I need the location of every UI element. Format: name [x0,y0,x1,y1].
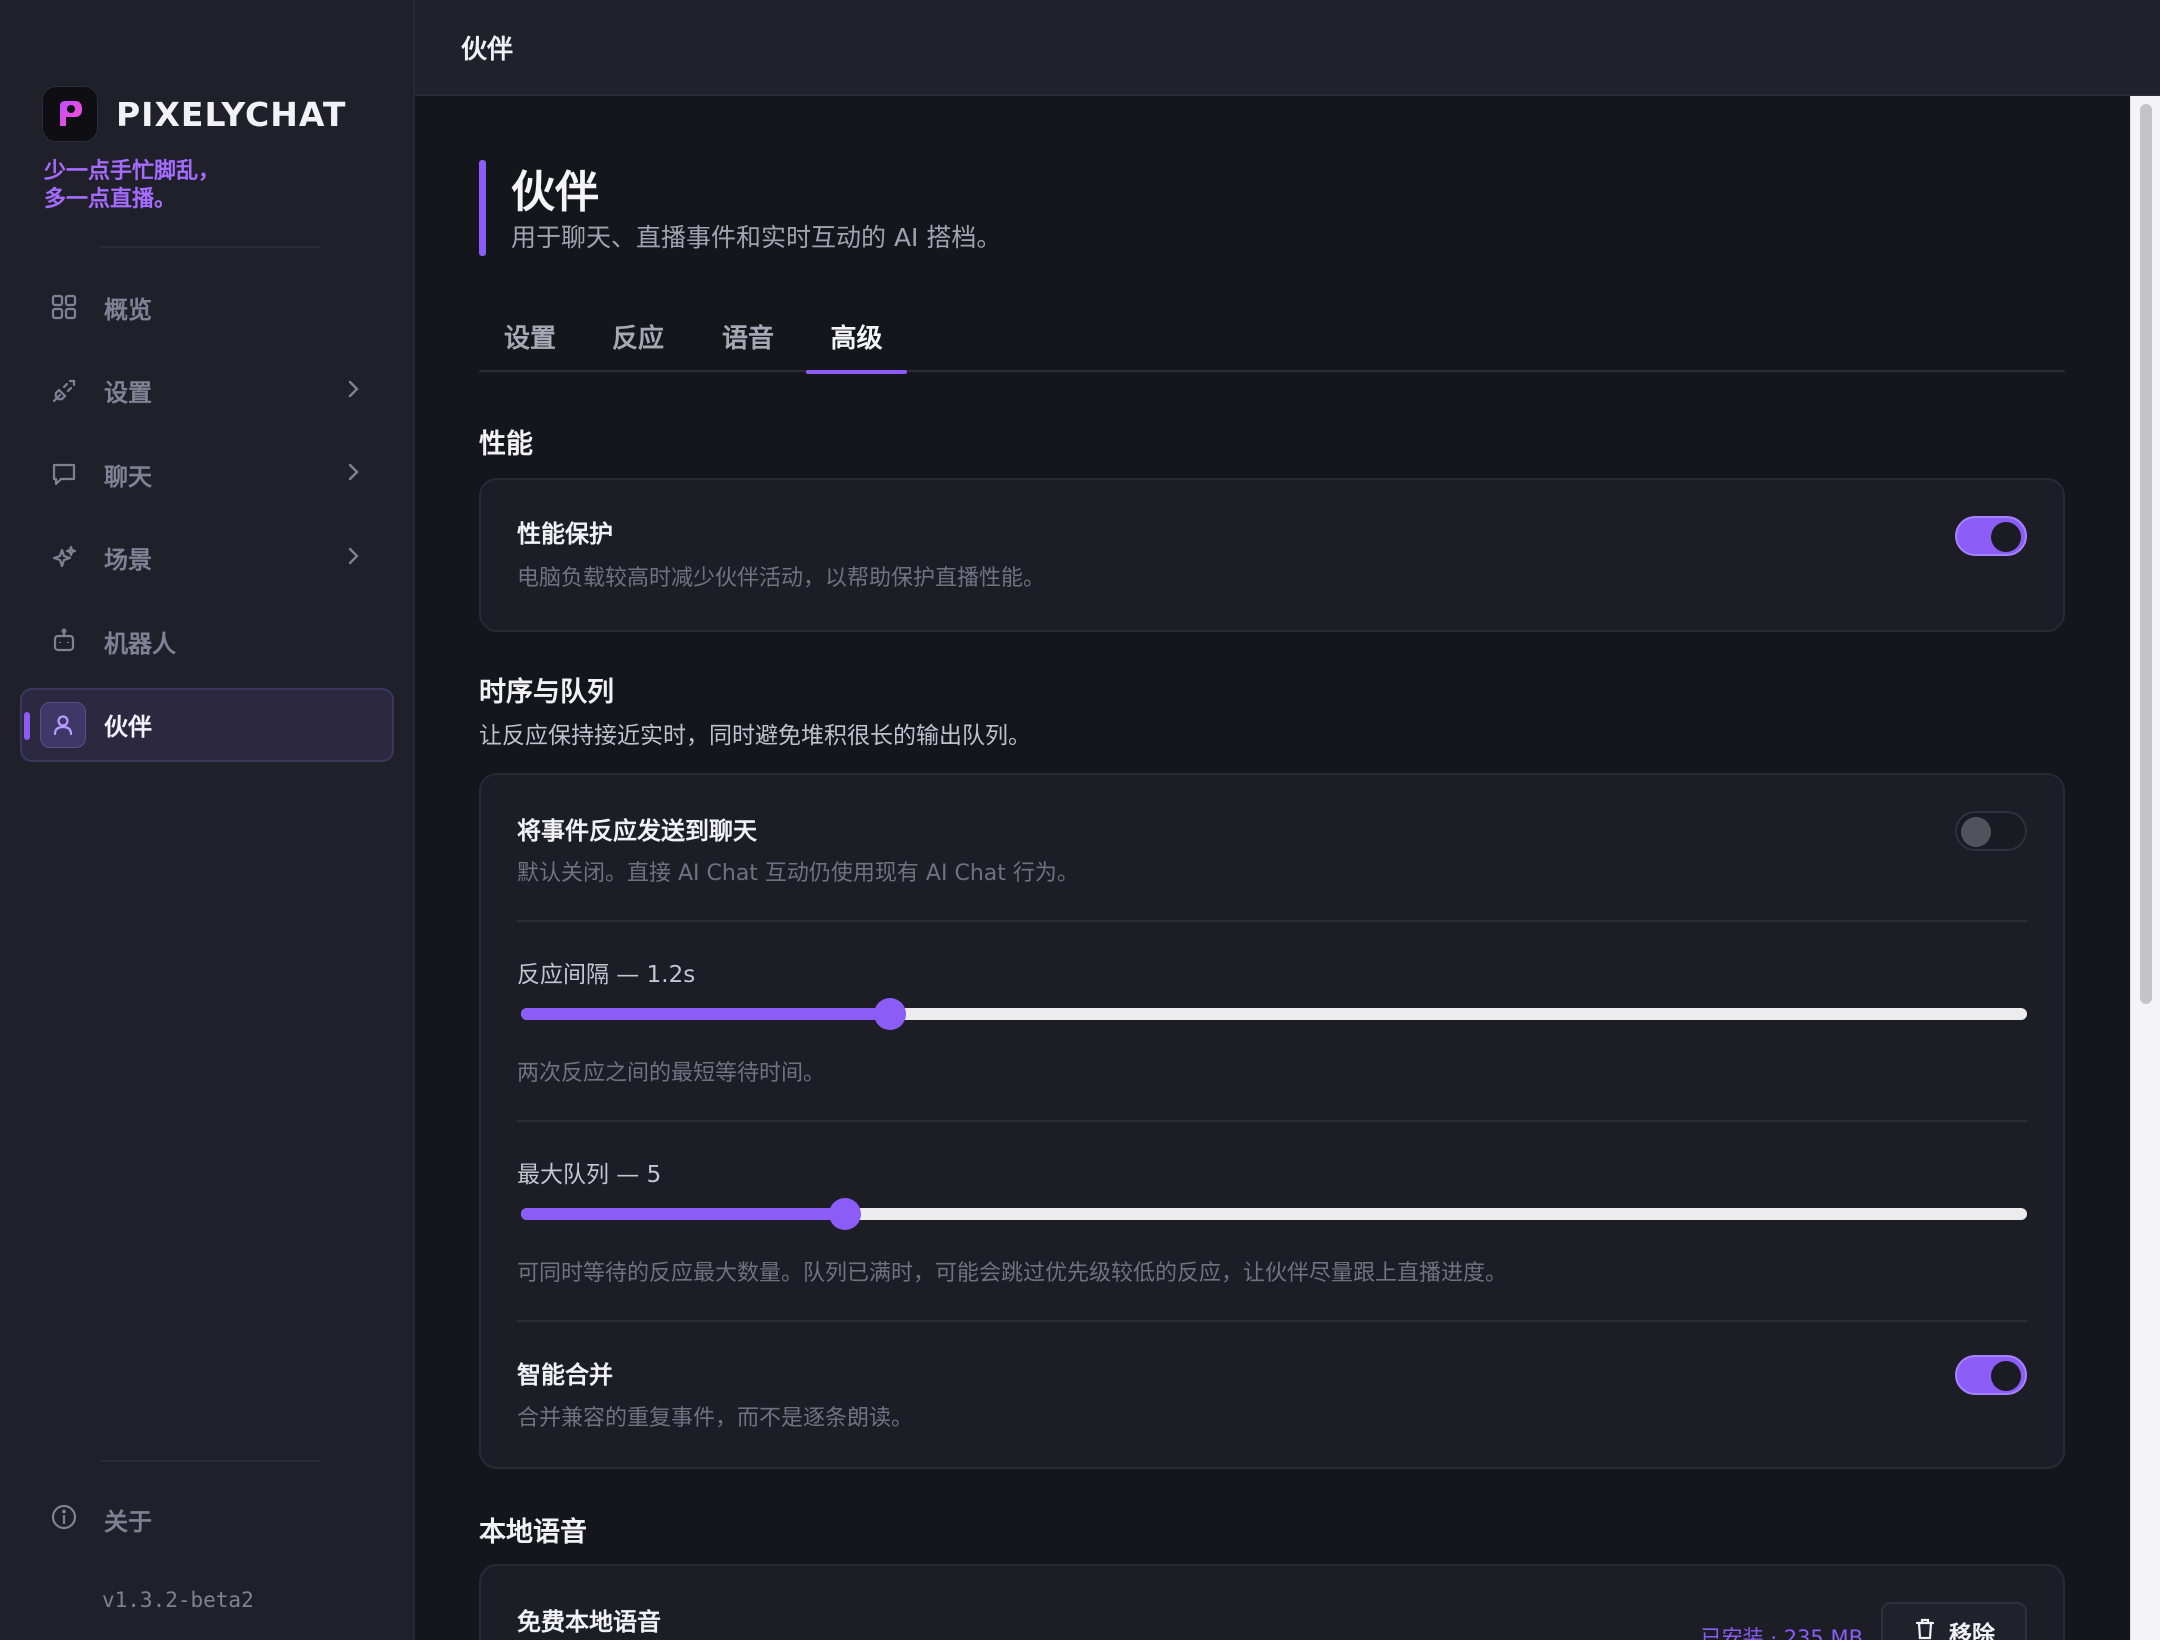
topbar: 伙伴 [415,0,2160,96]
remove-label: 移除 [1949,1622,1995,1640]
remove-voice-button[interactable]: 移除 [1881,1602,2027,1640]
slider-fill [521,1208,845,1220]
smart-merge-title: 智能合并 [517,1361,613,1389]
app-logo [42,86,98,142]
sidebar-divider [100,246,320,248]
grid-icon [50,293,78,321]
slider-thumb[interactable] [873,998,906,1030]
row-divider [517,1120,2027,1122]
chat-bubble-icon [50,460,78,488]
performance-protection-desc: 电脑负载较高时减少伙伴活动，以帮助保护直播性能。 [517,566,1046,591]
main-panel: 伙伴 伙伴 用于聊天、直播事件和实时互动的 AI 搭档。 设置 反应 语音 高级… [415,0,2160,1640]
section-title-performance: 性能 [479,429,533,460]
sidebar-item-chat[interactable]: 聊天 [20,437,394,511]
sidebar-item-label: 聊天 [104,462,152,491]
section-title-timing: 时序与队列 [479,677,614,708]
sidebar-item-label: 伙伴 [104,713,152,741]
send-to-chat-desc: 默认关闭。直接 AI Chat 互动仍使用现有 AI Chat 行为。 [517,861,1079,886]
reaction-interval-label: 反应间隔 — 1.2s [517,962,696,988]
content-scrollbar[interactable] [2130,96,2160,1640]
title-accent-bar [479,160,486,256]
sidebar-item-label: 设置 [104,379,152,407]
sidebar-item-label: 机器人 [104,629,176,658]
topbar-title: 伙伴 [461,34,514,65]
tab-voice[interactable]: 语音 [697,310,799,372]
sidebar-item-settings[interactable]: 设置 [20,354,394,428]
performance-card: 性能保护 电脑负载较高时减少伙伴活动，以帮助保护直播性能。 [479,478,2065,632]
plug-icon [50,377,78,405]
sidebar-item-scenes[interactable]: 场景 [20,521,394,595]
content-area: 伙伴 用于聊天、直播事件和实时互动的 AI 搭档。 设置 反应 语音 高级 性能… [415,96,2160,1640]
sidebar-divider [100,1460,320,1462]
sidebar-item-overview[interactable]: 概览 [20,270,394,344]
user-icon [40,701,86,748]
max-queue-desc: 可同时等待的反应最大数量。队列已满时，可能会跳过优先级较低的反应，让伙伴尽量跟上… [517,1261,1508,1286]
send-to-chat-toggle[interactable] [1955,811,2027,851]
slider-fill [521,1008,890,1020]
brand: PIXELYCHAT [42,86,346,142]
row-divider [517,1320,2027,1322]
info-icon [50,1503,78,1537]
sidebar-item-companion[interactable]: 伙伴 [20,687,394,762]
toggle-knob [1961,817,1991,847]
free-local-voice-title: 免费本地语音 [517,1608,661,1636]
row-divider [517,920,2027,922]
sparkles-icon [50,544,78,572]
reaction-interval-slider[interactable] [521,998,2027,1030]
sidebar-nav: 概览 设置 聊天 场景 机器人 伙伴 [20,270,394,771]
smart-merge-toggle[interactable] [1955,1355,2027,1395]
tagline-line-2: 多一点直播。 [44,187,177,212]
sidebar-item-label: 概览 [104,295,152,324]
tab-settings[interactable]: 设置 [479,310,581,372]
sidebar-item-about[interactable]: 关于 [50,1502,152,1537]
sidebar: PIXELYCHAT 少一点手忙脚乱， 多一点直播。 概览 设置 聊天 场景 机… [0,0,415,1640]
timing-card: 将事件反应发送到聊天 默认关闭。直接 AI Chat 互动仍使用现有 AI Ch… [479,773,2065,1469]
tab-advanced[interactable]: 高级 [806,310,907,374]
tagline-line-1: 少一点手忙脚乱， [44,159,221,184]
page-subtitle: 用于聊天、直播事件和实时互动的 AI 搭档。 [511,223,1002,252]
robot-icon [50,627,78,655]
section-title-local-voice: 本地语音 [479,1517,587,1548]
chevron-right-icon [346,377,360,405]
tagline: 少一点手忙脚乱， 多一点直播。 [44,158,220,214]
sidebar-item-label: 场景 [104,546,152,574]
performance-protection-toggle[interactable] [1955,516,2027,556]
sidebar-item-bots[interactable]: 机器人 [20,604,394,678]
scrollbar-thumb[interactable] [2140,104,2152,1004]
local-voice-card: 免费本地语音 已安装 · 235 MB 移除 [479,1564,2065,1640]
chevron-right-icon [346,544,360,572]
about-label: 关于 [104,1508,152,1536]
brand-name: PIXELYCHAT [116,94,347,134]
section-desc-timing: 让反应保持接近实时，同时避免堆积很长的输出队列。 [479,723,1031,749]
chevron-right-icon [346,460,360,488]
performance-protection-title: 性能保护 [517,520,613,548]
app-version: v1.3.2-beta2 [102,1588,254,1612]
smart-merge-desc: 合并兼容的重复事件，而不是逐条朗读。 [517,1406,914,1431]
tab-reactions[interactable]: 反应 [587,310,689,372]
toggle-knob [1991,522,2021,552]
slider-thumb[interactable] [828,1198,861,1230]
toggle-knob [1991,1361,2021,1391]
app-window: PIXELYCHAT 少一点手忙脚乱， 多一点直播。 概览 设置 聊天 场景 机… [0,0,2160,1640]
installed-status: 已安装 · 235 MB [1700,1626,1863,1640]
tab-bar: 设置 反应 语音 高级 [479,310,2065,374]
max-queue-slider[interactable] [521,1198,2027,1230]
send-to-chat-title: 将事件反应发送到聊天 [517,817,757,845]
trash-icon [1913,1617,1937,1640]
max-queue-label: 最大队列 — 5 [517,1162,662,1188]
page-title: 伙伴 [511,167,599,218]
reaction-interval-desc: 两次反应之间的最短等待时间。 [517,1061,826,1086]
